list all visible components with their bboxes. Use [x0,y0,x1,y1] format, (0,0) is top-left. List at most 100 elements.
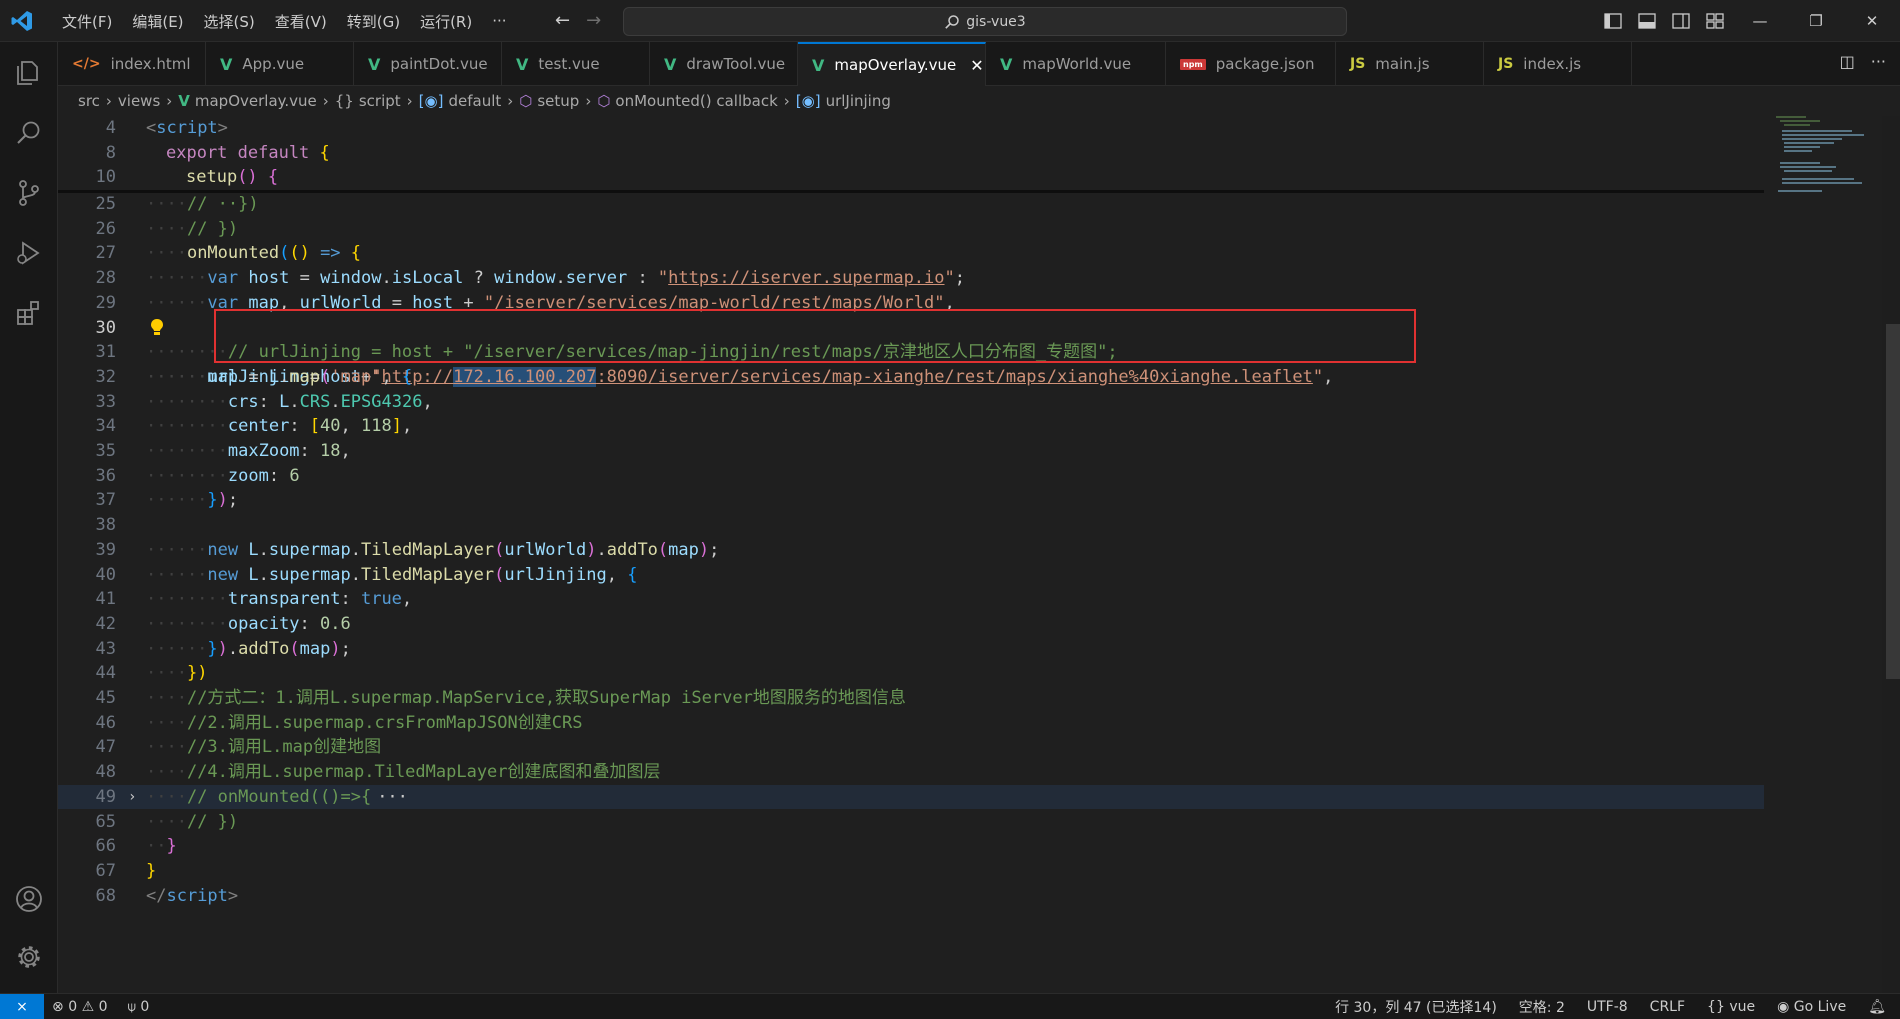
breadcrumb: src › views › V mapOverlay.vue › {} scri… [58,86,1900,116]
vue-icon: V [812,55,825,75]
tab-paintdot-vue[interactable]: VpaintDot.vue [354,42,502,86]
menu-selection[interactable]: 选择(S) [194,11,265,32]
activity-bar [0,42,58,993]
editor-tabs: </> index.html V App.vue VpaintDot.vue Vte… [58,42,1900,86]
tab-mapworld-vue[interactable]: VmapWorld.vue [986,42,1166,86]
minimize-icon[interactable]: — [1732,0,1788,42]
warning-icon: ⚠ [81,999,95,1015]
line-number: 8 [105,142,116,163]
toggle-secondary-sidebar-icon[interactable] [1664,0,1698,42]
tab-label: App.vue [242,55,305,73]
chevron-right-icon: › [406,92,413,110]
html-icon: </> [72,56,101,72]
notifications-bell-icon[interactable]: 🔔︎ [1868,999,1886,1015]
language-label: vue [1729,999,1756,1015]
breadcrumb-script[interactable]: script [359,92,401,110]
minimap[interactable] [1764,116,1874,993]
line-number: 48 [95,762,116,783]
tab-index-js[interactable]: JS index.js [1484,42,1632,86]
menu-edit[interactable]: 编辑(E) [122,11,193,32]
tab-label: paintDot.vue [390,55,488,73]
code-line: 44 ····}) [58,661,1758,686]
breadcrumb-src[interactable]: src [78,92,100,110]
search-text: gis-vue3 [966,13,1026,30]
code-comment: //4.调用L.supermap.TiledMapLayer创建底图和叠加图层 [186,762,661,783]
split-editor-icon[interactable]: ◫ [1840,52,1855,71]
customize-layout-icon[interactable] [1698,0,1732,42]
code-line: 66 ··} [58,834,1758,859]
code-line: 48 ····//4.调用L.supermap.TiledMapLayer创建底图… [58,760,1758,785]
code-comment: //3.调用L.map创建地图 [186,737,382,758]
close-window-icon[interactable]: ✕ [1844,0,1900,42]
menu-more[interactable]: ··· [482,12,516,30]
tab-main-js[interactable]: JS main.js [1336,42,1484,86]
tab-app-vue[interactable]: V App.vue [206,42,354,86]
tab-drawtool-vue[interactable]: VdrawTool.vue [650,42,798,86]
vertical-scrollbar[interactable] [1886,116,1900,993]
line-number: 34 [95,416,116,437]
explorer-icon[interactable] [14,58,44,88]
breadcrumb-variable[interactable]: urlJinjing [826,92,891,110]
breadcrumb-views[interactable]: views [118,92,160,110]
chevron-right-icon: › [322,92,329,110]
settings-gear-icon[interactable] [14,942,44,972]
line-ending[interactable]: CRLF [1650,999,1685,1015]
code-line-folded: 49 › ····// onMounted(()=>{··· [58,784,1764,810]
run-debug-icon[interactable] [14,238,44,268]
tab-test-vue[interactable]: Vtest.vue [502,42,650,86]
code-line: 4 <script> [58,116,1758,141]
menu-view[interactable]: 查看(V) [265,11,337,32]
accounts-icon[interactable] [14,884,44,914]
back-arrow-icon[interactable]: ← [555,10,570,31]
vue-icon: V [516,54,529,74]
tab-label: drawTool.vue [686,55,786,73]
indentation[interactable]: 空格: 2 [1519,997,1565,1017]
restore-icon[interactable]: ❐ [1788,0,1844,42]
js-icon: JS [1498,56,1514,72]
method-cube-icon: ⬡ [597,92,611,110]
vue-icon: V [368,54,381,74]
cursor-position[interactable]: 行 30，列 47 (已选择14) [1335,997,1497,1017]
menu-go[interactable]: 转到(G) [337,11,410,32]
code-comment: // onMounted(()=>{ [186,786,372,807]
toggle-panel-icon[interactable] [1630,0,1664,42]
chevron-right-icon: › [166,92,173,110]
scrollbar-thumb[interactable] [1886,324,1900,679]
breadcrumb-default[interactable]: default [448,92,501,110]
line-number: 29 [95,292,116,313]
breadcrumb-file[interactable]: mapOverlay.vue [195,92,317,110]
go-live-button[interactable]: ◉ Go Live [1777,999,1846,1015]
tab-mapoverlay-vue[interactable]: VmapOverlay.vue ✕ [798,42,986,86]
variable-icon: [◉] [795,92,821,110]
tab-label: index.html [110,55,191,73]
code-line: 32 ······map = L.map('map', { [58,365,1758,390]
source-control-icon[interactable] [14,178,44,208]
close-tab-icon[interactable]: ✕ [970,56,983,75]
extensions-icon[interactable] [14,298,44,328]
lightbulb-icon[interactable] [150,318,164,336]
breadcrumb-setup[interactable]: setup [537,92,579,110]
more-actions-icon[interactable]: ··· [1871,52,1886,71]
line-number: 44 [95,663,116,684]
ports-indicator[interactable]: ⍦ 0 [128,999,150,1015]
language-mode[interactable]: {} vue [1707,999,1755,1015]
folded-ellipsis[interactable]: ··· [377,787,408,807]
line-number: 31 [95,342,116,363]
menu-file[interactable]: 文件(F) [52,11,122,32]
remote-indicator-icon[interactable]: ⨯ [0,994,44,1019]
forward-arrow-icon[interactable]: → [586,10,601,31]
menu-run[interactable]: 运行(R) [410,11,482,32]
search-icon[interactable] [14,118,44,148]
tab-index-html[interactable]: </> index.html [58,42,206,86]
chevron-right-fold-icon[interactable]: › [128,785,136,810]
code-editor[interactable]: 4 <script> 8 export default { 10 setup() { … [58,116,1882,993]
encoding[interactable]: UTF-8 [1587,999,1628,1015]
code-comment: //2.调用L.supermap.crsFromMapJSON创建CRS [186,712,583,733]
command-center-search[interactable]: gis-vue3 [623,7,1347,36]
breadcrumb-onmounted[interactable]: onMounted() callback [615,92,777,110]
tab-package-json[interactable]: npm package.json [1166,42,1336,86]
problems-indicator[interactable]: ⊗ 0 ⚠ 0 [52,999,108,1015]
code-line: 28 ······var host = window.isLocal ? wind… [58,266,1758,291]
tab-label: package.json [1215,55,1315,73]
toggle-primary-sidebar-icon[interactable] [1596,0,1630,42]
